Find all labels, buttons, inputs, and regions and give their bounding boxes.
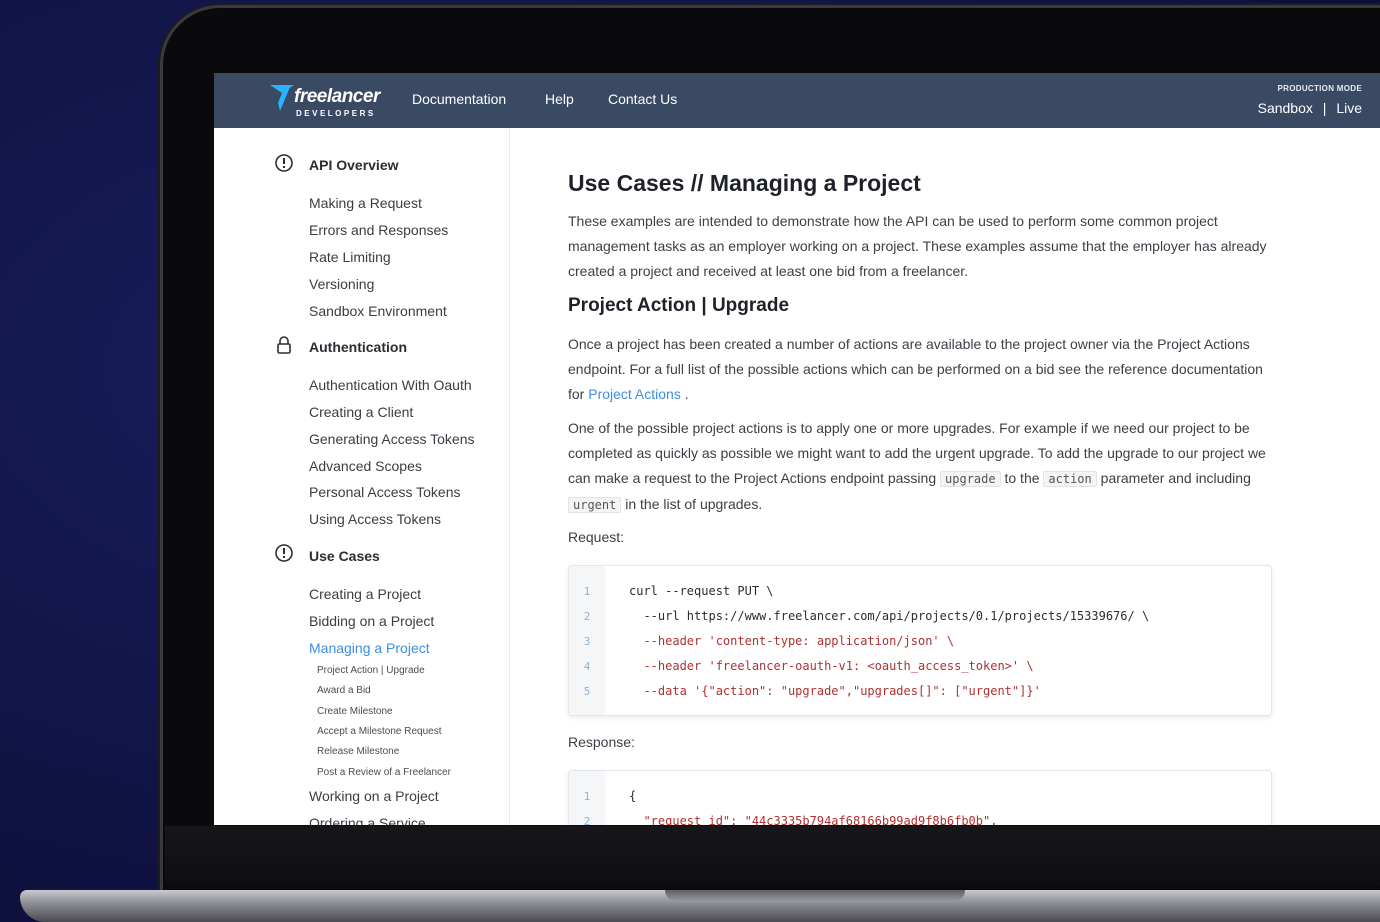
sidebar-item-auth-oauth[interactable]: Authentication With Oauth <box>309 377 472 393</box>
mode-separator: | <box>1322 100 1327 116</box>
sidebar-item-working-on-a-project[interactable]: Working on a Project <box>309 788 439 804</box>
mode-switch: Sandbox | Live <box>1258 100 1362 116</box>
laptop-notch <box>665 890 965 902</box>
sidebar-item-versioning[interactable]: Versioning <box>309 276 374 292</box>
sidebar-item-advanced-scopes[interactable]: Advanced Scopes <box>309 458 422 474</box>
sidebar-item-errors-and-responses[interactable]: Errors and Responses <box>309 222 448 238</box>
inline-code-urgent: urgent <box>568 497 622 513</box>
sidebar-sub-project-action-upgrade[interactable]: Project Action | Upgrade <box>317 665 425 676</box>
line-number: 2 <box>583 610 591 623</box>
sidebar-item-bidding-on-a-project[interactable]: Bidding on a Project <box>309 613 434 629</box>
line-number: 1 <box>583 790 591 803</box>
code-line: --data '{"action": "upgrade","upgrades[]… <box>629 684 1041 698</box>
sidebar-item-making-a-request[interactable]: Making a Request <box>309 195 422 211</box>
project-actions-link[interactable]: Project Actions <box>588 386 681 402</box>
code-line: { <box>629 789 637 803</box>
live-link[interactable]: Live <box>1336 100 1362 116</box>
freelancer-logo[interactable]: freelancer DEVELOPERS <box>268 83 388 123</box>
request-code-block[interactable]: 1 2 3 4 5 curl --request PUT \ --url htt… <box>568 565 1272 716</box>
section-api-overview[interactable]: API Overview <box>309 157 399 173</box>
sidebar-item-sandbox-environment[interactable]: Sandbox Environment <box>309 303 447 319</box>
line-number: 4 <box>583 660 591 673</box>
nav-help[interactable]: Help <box>545 91 574 107</box>
sidebar-sub-post-review[interactable]: Post a Review of a Freelancer <box>317 767 451 778</box>
sidebar: API Overview Making a Request Errors and… <box>214 128 510 825</box>
line-number: 5 <box>583 685 591 698</box>
section-authentication[interactable]: Authentication <box>309 339 407 355</box>
info-circle-icon <box>275 154 293 172</box>
line-number: 1 <box>583 585 591 598</box>
line-number: 2 <box>583 815 591 825</box>
screen: freelancer DEVELOPERS Documentation Help… <box>214 73 1380 825</box>
response-label: Response: <box>568 734 635 750</box>
info-circle-icon <box>275 544 293 562</box>
inline-code-action: action <box>1043 471 1097 487</box>
code-line: "request_id": "44c3335b794af68166b99ad9f… <box>629 814 998 825</box>
production-mode-label: PRODUCTION MODE <box>1277 84 1362 93</box>
page-title: Use Cases // Managing a Project <box>568 170 921 196</box>
sidebar-item-ordering-a-service[interactable]: Ordering a Service <box>309 815 426 825</box>
request-label: Request: <box>568 529 625 545</box>
code-line: --header 'content-type: application/json… <box>629 634 955 648</box>
logo-wordmark: freelancer <box>294 86 380 107</box>
top-navbar: freelancer DEVELOPERS Documentation Help… <box>214 73 1380 128</box>
nav-documentation[interactable]: Documentation <box>412 91 506 107</box>
sidebar-item-rate-limiting[interactable]: Rate Limiting <box>309 249 391 265</box>
sidebar-item-creating-a-project[interactable]: Creating a Project <box>309 586 421 602</box>
upgrade-paragraph: One of the possible project actions is t… <box>568 416 1273 518</box>
sidebar-sub-release-milestone[interactable]: Release Milestone <box>317 746 399 757</box>
intro-paragraph: These examples are intended to demonstra… <box>568 213 1267 279</box>
sidebar-item-using-access-tokens[interactable]: Using Access Tokens <box>309 511 441 527</box>
sandbox-link[interactable]: Sandbox <box>1258 100 1313 116</box>
sidebar-item-creating-a-client[interactable]: Creating a Client <box>309 404 413 420</box>
sidebar-item-personal-access-tokens[interactable]: Personal Access Tokens <box>309 484 461 500</box>
sidebar-sub-award-a-bid[interactable]: Award a Bid <box>317 685 371 696</box>
upgrade-text-d: in the list of upgrades. <box>621 496 763 512</box>
bird-logo-icon <box>270 85 294 111</box>
section-heading: Project Action | Upgrade <box>568 295 790 316</box>
line-number: 3 <box>583 635 591 648</box>
logo-subtitle: DEVELOPERS <box>296 109 376 118</box>
upgrade-text-b: to the <box>1000 470 1044 486</box>
response-code-block[interactable]: 1 2 { "request_id": "44c3335b794af68166b… <box>568 770 1272 825</box>
inline-code-upgrade: upgrade <box>940 471 1001 487</box>
sidebar-item-managing-a-project[interactable]: Managing a Project <box>309 640 430 656</box>
code-line: curl --request PUT \ <box>629 584 774 598</box>
actions-end: . <box>680 386 689 402</box>
laptop-chin <box>165 826 1380 886</box>
upgrade-text-c: parameter and including <box>1096 470 1251 486</box>
lock-icon <box>277 336 291 354</box>
code-line: --header 'freelancer-oauth-v1: <oauth_ac… <box>629 659 1034 673</box>
nav-contact-us[interactable]: Contact Us <box>608 91 677 107</box>
sidebar-item-generating-access-tokens[interactable]: Generating Access Tokens <box>309 431 475 447</box>
sidebar-sub-create-milestone[interactable]: Create Milestone <box>317 706 393 717</box>
section-use-cases[interactable]: Use Cases <box>309 548 380 564</box>
code-line: --url https://www.freelancer.com/api/pro… <box>629 609 1150 623</box>
actions-paragraph: Once a project has been created a number… <box>568 332 1273 407</box>
sidebar-sub-accept-milestone-request[interactable]: Accept a Milestone Request <box>317 726 442 737</box>
